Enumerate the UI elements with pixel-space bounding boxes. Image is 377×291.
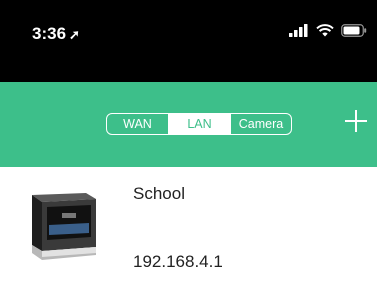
status-icons	[289, 24, 367, 37]
cellular-signal-icon	[289, 24, 308, 37]
status-bar: 3:36 ➚	[0, 0, 377, 82]
nav-bar: WAN LAN Camera	[0, 82, 377, 167]
wifi-icon	[316, 24, 334, 37]
status-time-text: 3:36	[32, 24, 67, 43]
device-ip-address: 192.168.4.1	[133, 252, 223, 271]
3d-printer-icon	[32, 193, 96, 260]
location-arrow-icon: ➚	[69, 27, 80, 42]
status-time: 3:36 ➚	[32, 24, 80, 44]
tab-lan[interactable]: LAN	[168, 114, 231, 134]
device-list-item[interactable]: School 192.168.4.1	[0, 167, 377, 291]
battery-icon	[341, 24, 367, 37]
tab-camera[interactable]: Camera	[231, 114, 291, 134]
add-device-button[interactable]	[341, 106, 371, 136]
device-name: School	[133, 184, 185, 203]
plus-icon	[345, 110, 367, 132]
connection-segmented-control: WAN LAN Camera	[106, 113, 292, 135]
tab-wan[interactable]: WAN	[107, 114, 168, 134]
